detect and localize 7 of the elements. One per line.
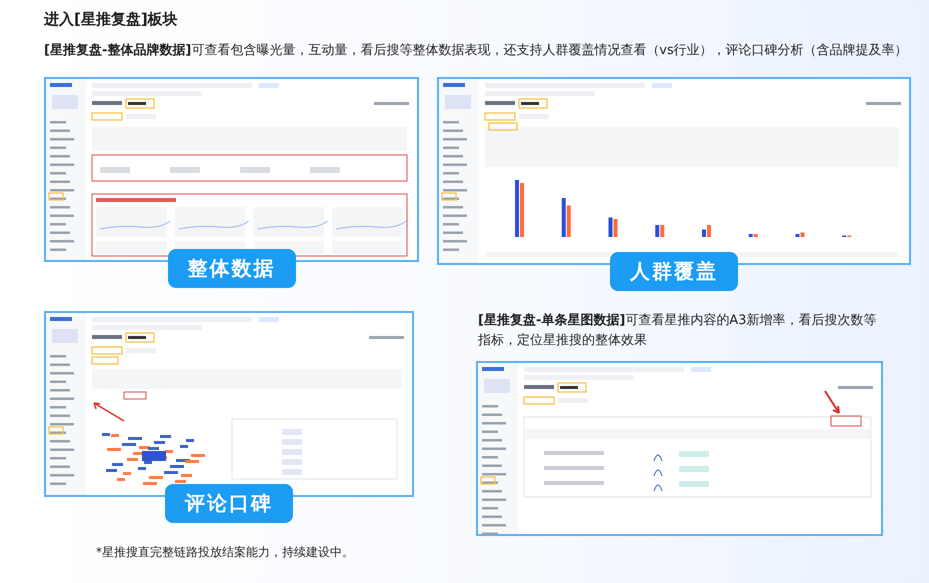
caption-label: 评论口碑 [165, 484, 293, 523]
footnote-text: *星推搜直完整链路投放结案能力，持续建设中。 [96, 544, 355, 562]
description-text: [星推复盘-单条星图数据]可查看星推内容的A3新增率，看后搜次数等指标，定位星推搜的整体效果 [478, 312, 878, 350]
caption-label: 人群覆盖 [610, 252, 738, 291]
intro-text: [星推复盘-整体品牌数据]可查看包含曝光量，互动量，看后搜等整体数据表现，还支持人群覆盖情况查看（vs行业），评论口碑分析（含品牌提及率） [44, 42, 909, 59]
caption-label: 整体数据 [168, 249, 296, 288]
section-heading: 进入[星推复盘]板块 [44, 10, 179, 29]
